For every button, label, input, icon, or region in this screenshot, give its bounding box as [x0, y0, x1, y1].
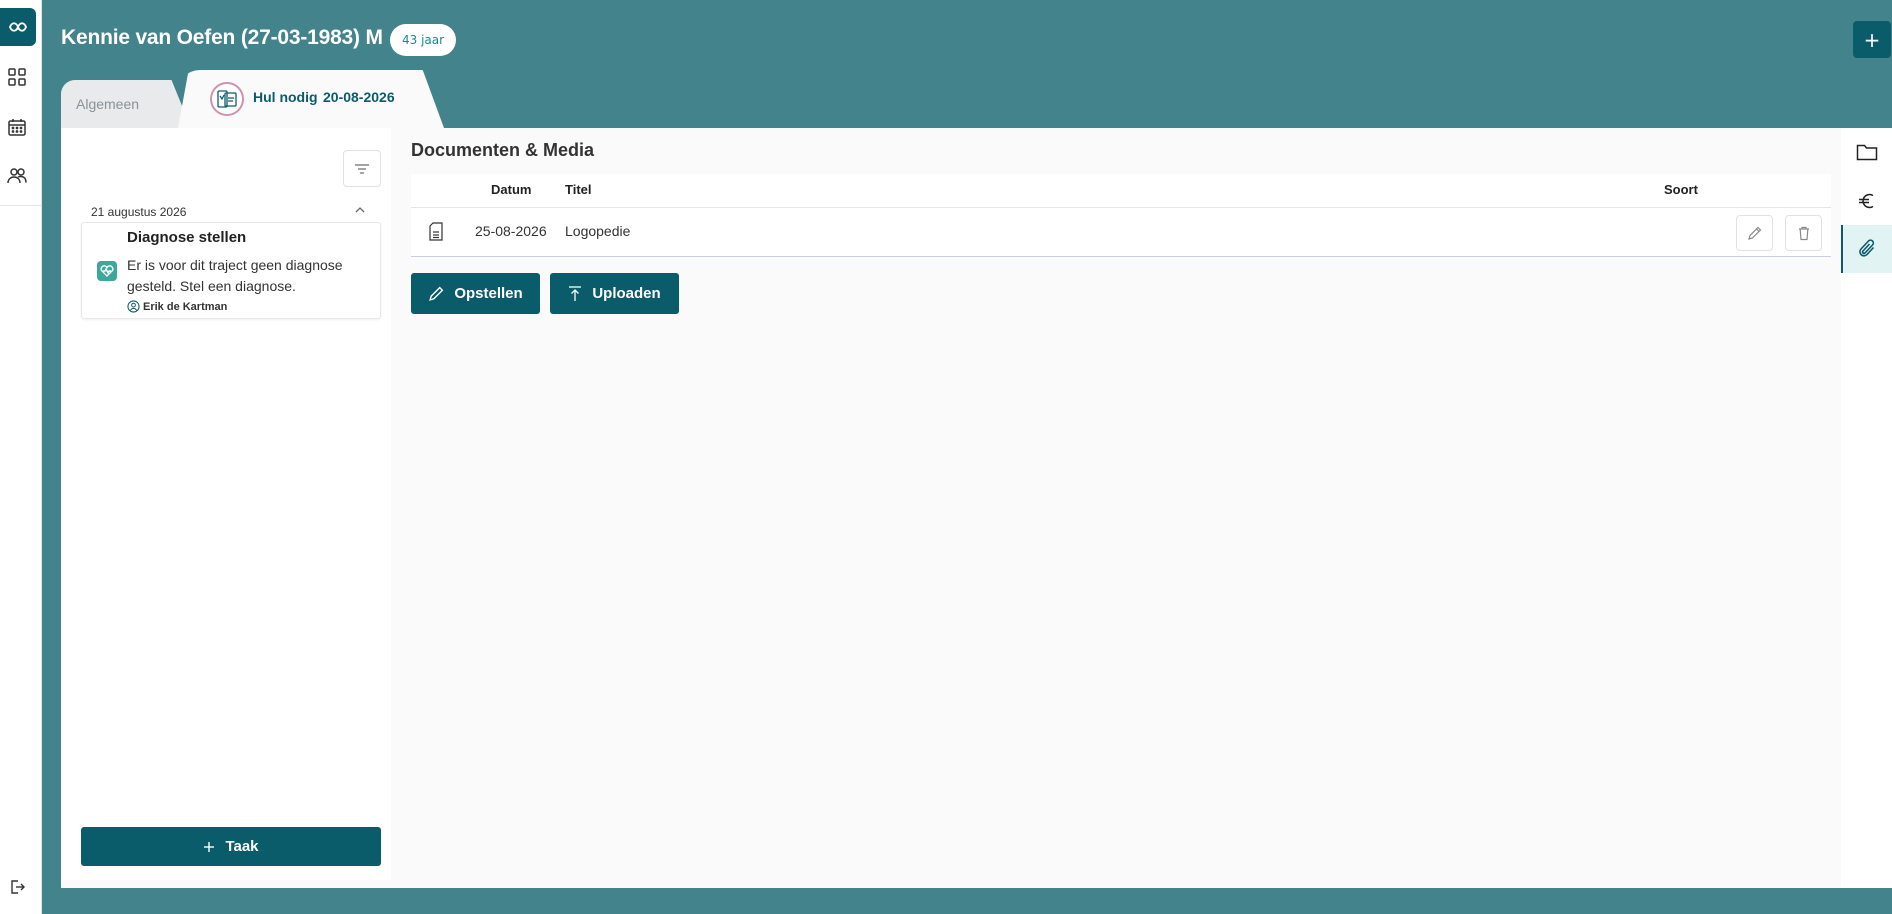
task-title: Diagnose stellen — [127, 229, 247, 246]
compose-button[interactable]: Opstellen — [411, 273, 540, 314]
diagnosis-heart-icon — [97, 261, 117, 281]
column-title[interactable]: Titel — [565, 182, 592, 197]
row-date: 25-08-2026 — [475, 223, 547, 239]
documents-table: Datum Titel Soort 25-08-2026 Logopedie — [411, 174, 1831, 259]
column-date[interactable]: Datum — [491, 182, 531, 197]
tab-general[interactable]: Algemeen — [61, 80, 191, 128]
table-header: Datum Titel Soort — [411, 174, 1831, 208]
users-icon[interactable] — [0, 159, 34, 193]
column-type[interactable]: Soort — [1664, 182, 1698, 197]
tab-trajectory[interactable]: Hul nodig 20-08-2026 — [178, 70, 444, 128]
chevron-up-icon[interactable] — [354, 203, 366, 217]
row-title: Logopedie — [565, 223, 631, 239]
folder-icon[interactable] — [1841, 128, 1892, 176]
filter-icon — [355, 163, 369, 174]
filter-button[interactable] — [343, 150, 381, 187]
paperclip-icon[interactable] — [1841, 225, 1892, 273]
plus-icon — [204, 841, 215, 852]
compose-label: Opstellen — [454, 285, 523, 302]
upload-button[interactable]: Uploaden — [550, 273, 679, 314]
table-row[interactable]: 25-08-2026 Logopedie — [411, 208, 1831, 257]
app-logo-icon[interactable] — [0, 8, 36, 46]
document-file-icon — [429, 222, 443, 244]
add-task-button[interactable]: Taak — [81, 827, 381, 866]
pencil-icon — [429, 286, 444, 301]
tab-general-label: Algemeen — [76, 96, 140, 112]
patient-title: Kennie van Oefen (27-03-1983) M — [61, 26, 383, 49]
task-group-date: 21 augustus 2026 — [91, 205, 187, 219]
upload-icon — [569, 285, 582, 301]
task-card[interactable]: Diagnose stellen Er is voor dit traject … — [81, 222, 381, 319]
add-task-label: Taak — [225, 838, 259, 855]
logout-icon[interactable] — [0, 870, 34, 904]
task-assignee: Erik de Kartman — [127, 300, 227, 313]
trash-icon — [1798, 226, 1809, 240]
trajectory-icon — [210, 82, 244, 116]
dashboard-grid-icon[interactable] — [0, 60, 34, 94]
edit-button[interactable] — [1736, 215, 1773, 251]
tab-trajectory-date: 20-08-2026 — [323, 89, 395, 105]
task-description: Er is voor dit traject geen diagnose ges… — [127, 257, 343, 294]
pencil-icon — [1748, 226, 1762, 240]
euro-icon[interactable] — [1841, 177, 1892, 225]
age-badge: 43 jaar — [390, 24, 457, 56]
delete-button[interactable] — [1785, 215, 1822, 251]
task-assignee-name: Erik de Kartman — [143, 300, 228, 313]
documents-title: Documenten & Media — [411, 140, 595, 160]
rail-divider — [0, 205, 42, 206]
add-button[interactable]: + — [1853, 21, 1891, 58]
plus-icon: + — [1863, 27, 1881, 52]
upload-label: Uploaden — [592, 285, 661, 302]
user-avatar-icon — [127, 300, 140, 313]
app-rail — [0, 0, 42, 914]
calendar-icon[interactable] — [0, 110, 34, 144]
tab-trajectory-label: Hul nodig — [253, 89, 318, 105]
